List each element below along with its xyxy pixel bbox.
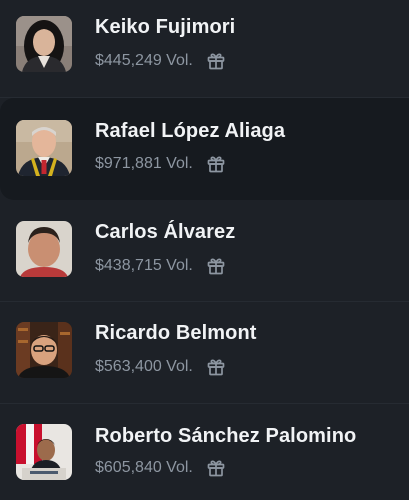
gift-icon[interactable] — [206, 357, 226, 377]
candidate-meta: $971,881 Vol. — [95, 154, 226, 174]
list-item[interactable]: Roberto Sánchez Palomino $605,840 Vol. — [0, 404, 409, 500]
volume-label: $445,249 Vol. — [95, 52, 193, 69]
list-item[interactable]: Keiko Fujimori $445,249 Vol. — [0, 0, 409, 98]
gift-icon[interactable] — [206, 458, 226, 478]
candidate-name: Carlos Álvarez — [95, 221, 236, 243]
list-item[interactable]: Ricardo Belmont $563,400 Vol. — [0, 302, 409, 404]
avatar — [16, 120, 72, 176]
list-item[interactable]: Carlos Álvarez $438,715 Vol. — [0, 200, 409, 302]
avatar — [16, 424, 72, 480]
gift-icon[interactable] — [206, 51, 226, 71]
candidate-name: Rafael López Aliaga — [95, 120, 286, 142]
candidate-name: Roberto Sánchez Palomino — [95, 425, 357, 447]
volume-label: $563,400 Vol. — [95, 358, 193, 375]
avatar — [16, 322, 72, 378]
avatar — [16, 16, 72, 72]
candidate-list: Keiko Fujimori $445,249 Vol. Rafael Lópe… — [0, 0, 409, 500]
list-item[interactable]: Rafael López Aliaga $971,881 Vol. — [0, 98, 409, 200]
gift-icon[interactable] — [206, 256, 226, 276]
avatar — [16, 221, 72, 277]
candidate-meta: $438,715 Vol. — [95, 256, 226, 276]
volume-label: $605,840 Vol. — [95, 459, 193, 476]
candidate-meta: $605,840 Vol. — [95, 458, 226, 478]
candidate-name: Keiko Fujimori — [95, 16, 236, 38]
volume-label: $438,715 Vol. — [95, 257, 193, 274]
candidate-meta: $563,400 Vol. — [95, 357, 226, 377]
candidate-name: Ricardo Belmont — [95, 322, 257, 344]
volume-label: $971,881 Vol. — [95, 155, 193, 172]
candidate-meta: $445,249 Vol. — [95, 51, 226, 71]
gift-icon[interactable] — [206, 154, 226, 174]
